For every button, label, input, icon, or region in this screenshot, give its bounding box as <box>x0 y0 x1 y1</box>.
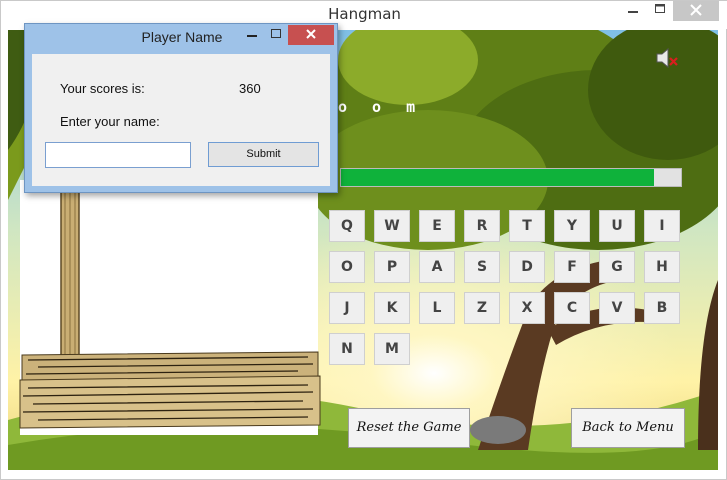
letter-button-v[interactable]: V <box>599 292 635 324</box>
maximize-icon <box>271 29 281 38</box>
muted-speaker-icon <box>656 47 678 69</box>
dialog-minimize-button[interactable] <box>240 26 264 44</box>
back-to-menu-button[interactable]: Back to Menu <box>571 408 685 448</box>
maximize-icon <box>655 4 665 13</box>
letter-button-f[interactable]: F <box>554 251 590 283</box>
player-name-dialog: Player Name Your scores is: 360 Enter yo… <box>24 23 338 193</box>
dialog-close-button[interactable] <box>288 25 334 45</box>
minimize-icon <box>247 35 257 37</box>
letter-button-k[interactable]: K <box>374 292 410 324</box>
letter-button-a[interactable]: A <box>419 251 455 283</box>
letter-button-z[interactable]: Z <box>464 292 500 324</box>
submit-button[interactable]: Submit <box>208 142 319 167</box>
name-label: Enter your name: <box>60 114 160 129</box>
letter-button-s[interactable]: S <box>464 251 500 283</box>
letter-button-d[interactable]: D <box>509 251 545 283</box>
letter-button-y[interactable]: Y <box>554 210 590 242</box>
score-label: Your scores is: <box>60 81 145 96</box>
letter-button-r[interactable]: R <box>464 210 500 242</box>
maximize-button[interactable] <box>646 1 674 21</box>
letter-button-c[interactable]: C <box>554 292 590 324</box>
letter-button-b[interactable]: B <box>644 292 680 324</box>
letter-button-i[interactable]: I <box>644 210 680 242</box>
letter-button-j[interactable]: J <box>329 292 365 324</box>
progress-bar <box>340 168 682 187</box>
letter-button-p[interactable]: P <box>374 251 410 283</box>
letter-button-m[interactable]: M <box>374 333 410 365</box>
letter-button-l[interactable]: L <box>419 292 455 324</box>
letter-button-t[interactable]: T <box>509 210 545 242</box>
minimize-icon <box>628 11 638 13</box>
letter-button-e[interactable]: E <box>419 210 455 242</box>
sound-toggle-button[interactable] <box>654 46 680 70</box>
close-button[interactable] <box>673 1 719 21</box>
letter-button-o[interactable]: O <box>329 251 365 283</box>
letter-button-w[interactable]: W <box>374 210 410 242</box>
letter-button-x[interactable]: X <box>509 292 545 324</box>
close-icon <box>690 4 702 16</box>
reset-game-button[interactable]: Reset the Game <box>348 408 470 448</box>
letter-button-u[interactable]: U <box>599 210 635 242</box>
score-value: 360 <box>239 81 261 96</box>
progress-fill <box>341 169 654 186</box>
dialog-body: Your scores is: 360 Enter your name: Sub… <box>32 54 330 186</box>
close-icon <box>306 29 316 39</box>
name-input[interactable] <box>45 142 191 168</box>
letter-button-n[interactable]: N <box>329 333 365 365</box>
letter-button-g[interactable]: G <box>599 251 635 283</box>
letter-button-q[interactable]: Q <box>329 210 365 242</box>
dialog-maximize-button[interactable] <box>264 26 288 44</box>
minimize-button[interactable] <box>619 1 647 21</box>
letter-button-h[interactable]: H <box>644 251 680 283</box>
guessed-word: o o m <box>338 98 424 116</box>
